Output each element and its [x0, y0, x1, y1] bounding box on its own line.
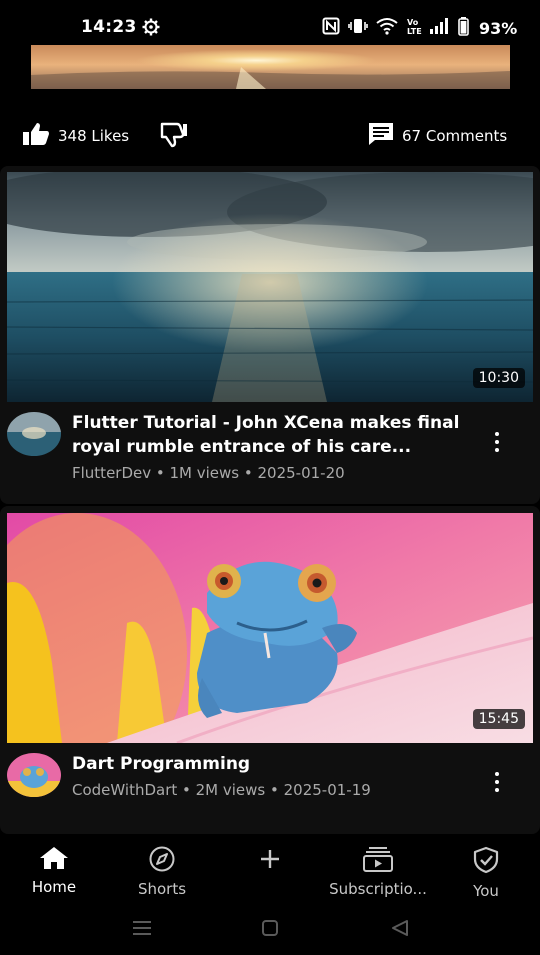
video-card[interactable]: 10:30 Flutter Tutorial - John XCena make… [0, 166, 540, 504]
status-time: 14:23 [81, 17, 137, 37]
more-options-icon[interactable] [488, 772, 506, 792]
video-meta: CodeWithDart • 2M views • 2025-01-19 [72, 781, 371, 799]
nav-you[interactable]: You [432, 846, 540, 900]
home-square-icon[interactable] [261, 919, 279, 941]
volte-icon: Vo LTE [406, 17, 422, 39]
nav-shorts-label: Shorts [137, 880, 187, 898]
dislike-button[interactable] [159, 122, 189, 152]
compass-icon [147, 846, 177, 876]
like-button[interactable]: 348 Likes [22, 122, 129, 150]
svg-text:Vo: Vo [407, 18, 419, 27]
status-icons: Vo LTE 93% [322, 16, 518, 40]
nav-subscriptions[interactable]: Subscriptio... [324, 846, 432, 898]
nav-home-label: Home [31, 878, 77, 896]
recents-menu-icon[interactable] [131, 919, 153, 941]
plus-icon [257, 846, 283, 876]
battery-icon [458, 16, 469, 40]
video-thumbnail[interactable]: 15:45 [7, 513, 533, 743]
comments-button[interactable]: 67 Comments [368, 122, 507, 150]
home-icon [39, 846, 69, 874]
video-card[interactable]: 15:45 Dart Programming CodeWithDart • 2M… [0, 506, 540, 834]
previous-video-thumbnail[interactable] [31, 45, 510, 89]
video-title[interactable]: Dart Programming [72, 752, 472, 776]
nav-create[interactable] [216, 846, 324, 880]
battery-percent: 93% [479, 18, 518, 38]
thumbs-up-icon [22, 122, 50, 150]
signal-icon [430, 18, 450, 38]
more-options-icon[interactable] [488, 432, 506, 452]
nav-home[interactable]: Home [0, 846, 108, 896]
channel-avatar[interactable] [7, 753, 61, 797]
settings-gear-icon [142, 18, 160, 36]
video-duration: 10:30 [472, 368, 525, 388]
channel-avatar[interactable] [7, 412, 61, 456]
likes-count: 348 Likes [58, 127, 130, 145]
back-triangle-icon[interactable] [390, 919, 410, 941]
nav-shorts[interactable]: Shorts [108, 846, 216, 898]
nfc-icon [322, 17, 340, 39]
wifi-icon [376, 17, 398, 39]
subscriptions-icon [362, 846, 394, 876]
vibrate-icon [348, 17, 368, 39]
video-meta: FlutterDev • 1M views • 2025-01-20 [72, 464, 345, 482]
svg-text:LTE: LTE [407, 27, 422, 35]
video-action-row: 348 Likes 67 Comments [0, 110, 540, 160]
bottom-navigation: Home Shorts Subscriptio... You [0, 838, 540, 900]
video-thumbnail[interactable]: 10:30 [7, 172, 533, 402]
video-title[interactable]: Flutter Tutorial - John XCena makes fina… [72, 411, 472, 459]
nav-subscriptions-label: Subscriptio... [329, 880, 427, 898]
comments-count: 67 Comments [402, 127, 508, 145]
nav-you-label: You [473, 882, 499, 900]
comment-icon [368, 122, 394, 150]
system-navigation-bar [0, 905, 540, 955]
shield-check-icon [472, 846, 500, 878]
video-duration: 15:45 [472, 709, 525, 729]
thumbs-down-icon [159, 122, 189, 152]
